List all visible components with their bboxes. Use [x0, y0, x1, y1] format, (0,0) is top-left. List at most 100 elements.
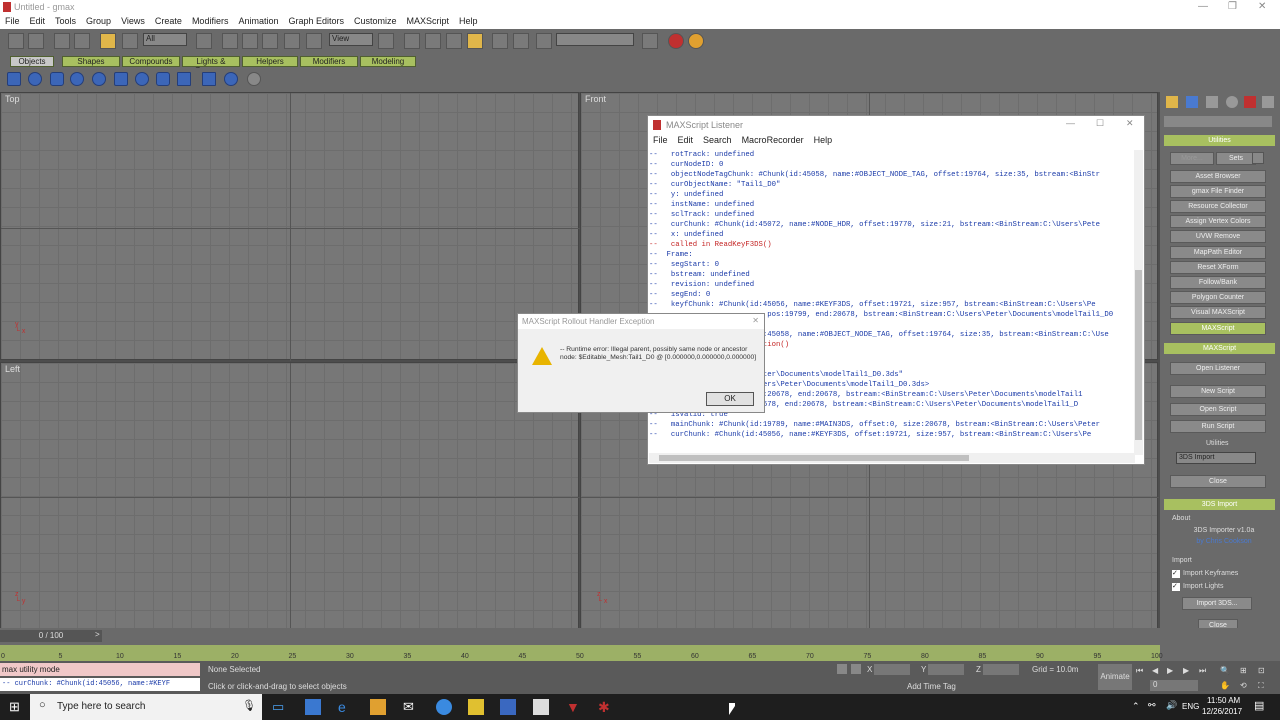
panel-name-field[interactable] — [1164, 116, 1272, 127]
gmax-file-finder-button[interactable]: gmax File Finder — [1170, 185, 1266, 198]
maximize-icon[interactable]: ❐ — [1228, 1, 1237, 12]
y-field[interactable] — [928, 664, 964, 675]
pyramid-icon[interactable] — [202, 72, 216, 86]
reference-coordinate-dropdown[interactable]: View — [329, 33, 373, 46]
tab-shapes[interactable]: Shapes — [62, 56, 120, 67]
viewport-top-label[interactable]: Top — [5, 94, 20, 104]
menu-help[interactable]: Help — [454, 15, 483, 29]
x-field[interactable] — [874, 664, 910, 675]
ok-button[interactable]: OK — [706, 392, 754, 406]
open-listener-button[interactable]: Open Listener — [1170, 362, 1266, 375]
configure-icon[interactable] — [1252, 152, 1264, 164]
next-frame-icon[interactable]: > — [95, 630, 103, 642]
tab-compounds[interactable]: Compounds — [122, 56, 180, 67]
axis-y-icon[interactable] — [425, 33, 441, 49]
import-keyframes-checkbox[interactable]: ✓ — [1172, 570, 1180, 578]
box-icon[interactable] — [7, 72, 21, 86]
author-link[interactable]: by Chris Cookson — [1184, 538, 1264, 545]
zoom-all-icon[interactable]: ⊞ — [1240, 666, 1247, 675]
utilities-header[interactable]: Utilities — [1164, 135, 1275, 146]
aol-icon[interactable] — [500, 699, 516, 715]
app-w-icon[interactable] — [436, 699, 452, 715]
select-by-name-icon[interactable] — [196, 33, 212, 49]
polygon-counter-button[interactable]: Polygon Counter — [1170, 291, 1266, 304]
more-button[interactable]: More... — [1170, 152, 1214, 165]
selection-filter-dropdown[interactable]: All — [143, 33, 187, 46]
asset-browser-button[interactable]: Asset Browser — [1170, 170, 1266, 183]
track-bar[interactable]: 0 5 10 15 20 25 30 35 40 45 50 55 60 65 70 75 80 85 90 95 10… — [0, 645, 1163, 661]
mirror-icon[interactable] — [492, 33, 508, 49]
windows-start-icon[interactable]: ⊞ — [9, 699, 20, 715]
listener-menu-search[interactable]: Search — [698, 135, 737, 149]
media-icon[interactable] — [370, 699, 386, 715]
animate-button[interactable]: Animate — [1098, 664, 1132, 690]
scale-icon[interactable] — [284, 33, 300, 49]
microphone-icon[interactable]: 🎙 — [242, 699, 256, 712]
minimize-icon[interactable]: — — [1198, 1, 1208, 12]
render-teapot-icon[interactable] — [668, 33, 684, 49]
current-frame-field[interactable]: 0 — [1150, 680, 1198, 691]
axis-z-icon[interactable] — [446, 33, 462, 49]
file-explorer-icon[interactable] — [468, 699, 484, 715]
clock-date[interactable]: 12/26/2017 — [1202, 707, 1242, 716]
new-script-button[interactable]: New Script — [1170, 385, 1266, 398]
render-scene-icon[interactable] — [642, 33, 658, 49]
tube-icon[interactable] — [156, 72, 170, 86]
window-app-icon[interactable] — [533, 699, 549, 715]
assign-vertex-colors-button[interactable]: Assign Vertex Colors — [1170, 215, 1266, 228]
viewport-top[interactable]: Top y └ x — [0, 92, 580, 361]
hierarchy-tab-icon[interactable] — [1206, 96, 1218, 108]
axis-x-icon[interactable] — [404, 33, 420, 49]
go-to-start-icon[interactable]: ⏮ — [1136, 666, 1143, 676]
sphere-icon[interactable] — [28, 72, 42, 86]
geosphere-icon[interactable] — [135, 72, 149, 86]
import-lights-checkbox[interactable]: ✓ — [1172, 583, 1180, 591]
torus-icon[interactable] — [70, 72, 84, 86]
listener-menu-file[interactable]: File — [648, 135, 673, 149]
listener-menu-edit[interactable]: Edit — [673, 135, 699, 149]
tab-objects[interactable]: Objects — [10, 56, 54, 67]
cylinder-icon[interactable] — [50, 72, 64, 86]
listener-menu-macrorecorder[interactable]: MacroRecorder — [737, 135, 809, 149]
tab-modifiers[interactable]: Modifiers — [300, 56, 358, 67]
resource-collector-button[interactable]: Resource Collector — [1170, 200, 1266, 213]
pan-icon[interactable]: ✋ — [1220, 681, 1230, 690]
task-view-icon[interactable]: ▭ — [272, 699, 288, 715]
gmax-listener-taskbar-icon[interactable]: ✱ — [598, 699, 614, 715]
add-time-tag[interactable]: Add Time Tag — [907, 682, 956, 691]
cone-icon[interactable] — [114, 72, 128, 86]
link-icon[interactable] — [54, 33, 70, 49]
uvw-remove-button[interactable]: UVW Remove — [1170, 230, 1266, 243]
viewport-front-label[interactable]: Front — [585, 94, 606, 104]
create-tab-icon[interactable] — [1166, 96, 1178, 108]
import-3ds-button[interactable]: Import 3DS... — [1182, 597, 1252, 610]
menu-graph-editors[interactable]: Graph Editors — [283, 15, 349, 29]
axis-xy-icon[interactable] — [467, 33, 483, 49]
mail-icon[interactable]: ✉ — [403, 699, 419, 715]
listener-horizontal-scrollbar[interactable] — [649, 453, 1135, 463]
volume-icon[interactable]: 🔊 — [1166, 700, 1177, 711]
hedra-icon[interactable] — [224, 72, 238, 86]
utilities-tab-icon[interactable] — [1262, 96, 1274, 108]
mappath-editor-button[interactable]: MapPath Editor — [1170, 246, 1266, 259]
zoom-extents-icon[interactable]: ⊡ — [1258, 666, 1265, 675]
orbit-icon[interactable]: ⟲ — [1240, 681, 1247, 690]
zoom-icon[interactable]: 🔍 — [1220, 666, 1230, 675]
z-field[interactable] — [983, 664, 1019, 675]
grid-snap-icon[interactable] — [247, 72, 261, 86]
align-icon[interactable] — [513, 33, 529, 49]
maxscript-header[interactable]: MAXScript — [1164, 343, 1275, 354]
maxscript-mini-listener[interactable]: max utility mode — [0, 663, 200, 676]
visual-maxscript-button[interactable]: Visual MAXScript — [1170, 306, 1266, 319]
snap-icon[interactable] — [536, 33, 552, 49]
tab-modeling[interactable]: Modeling — [360, 56, 416, 67]
display-tab-icon[interactable] — [1244, 96, 1256, 108]
menu-file[interactable]: File — [0, 15, 25, 29]
gmax-taskbar-icon[interactable]: ▼ — [566, 699, 582, 715]
pivot-center-icon[interactable] — [378, 33, 394, 49]
menu-customize[interactable]: Customize — [349, 15, 402, 29]
language-indicator[interactable]: ENG — [1182, 702, 1199, 711]
close-icon[interactable]: ✕ — [1126, 118, 1134, 129]
chevron-up-icon[interactable]: ⌃ — [1132, 701, 1140, 712]
taskbar-search[interactable]: ○ Type here to search 🎙 — [30, 694, 262, 720]
